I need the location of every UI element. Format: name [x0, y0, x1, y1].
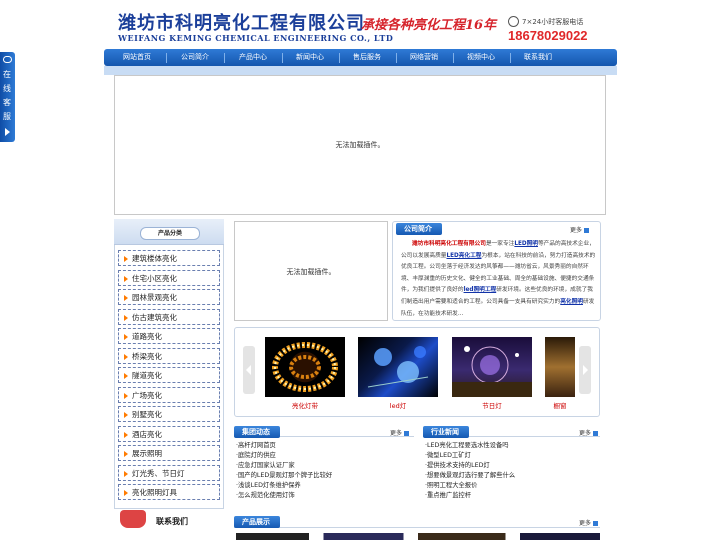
service-hours-label: 7×24小时客服电话 [522, 18, 584, 26]
list-item[interactable]: ·想要做景观灯选行要了解些什么 [425, 471, 515, 481]
hotline-number: 18678029022 [508, 28, 588, 43]
category-title: 产品分类 [140, 227, 200, 240]
nav-products[interactable]: 产品中心 [233, 49, 273, 66]
gallery-thumb-festival[interactable] [452, 337, 532, 397]
intro-more-link[interactable]: 更多 [570, 225, 589, 234]
category-item[interactable]: 酒店亮化 [118, 426, 220, 442]
category-item[interactable]: 园林景观亮化 [118, 289, 220, 305]
list-item[interactable]: ·微型LED工矿灯 [425, 451, 515, 461]
tab-products[interactable]: 产品展示 [234, 516, 280, 528]
category-item[interactable]: 仿古建筑亮化 [118, 309, 220, 325]
industry-news-list: ·LED亮化工程要选水性设备吗 ·微型LED工矿灯 ·提供技术支持的LED灯 ·… [425, 441, 515, 501]
arrow-left-icon[interactable] [243, 346, 255, 394]
banner-plugin: 无法加载插件。 [114, 75, 606, 215]
nav-home[interactable]: 网站首页 [117, 49, 157, 66]
gallery-thumb-strip-light[interactable] [265, 337, 345, 397]
led-strip-image [272, 342, 338, 392]
list-item[interactable]: ·提供技术支持的LED灯 [425, 461, 515, 471]
company-name-en: WEIFANG KEMING CHEMICAL ENGINEERING CO.,… [118, 33, 394, 43]
nav-video[interactable]: 视频中心 [461, 49, 501, 66]
products-more-link[interactable]: 更多 [579, 518, 598, 527]
festival-light-image [452, 346, 532, 397]
industry-news-more-link[interactable]: 更多 [579, 428, 598, 437]
group-news-more-link[interactable]: 更多 [390, 428, 409, 437]
tab-industry-news[interactable]: 行业新闻 [423, 426, 469, 438]
products-thumb-row[interactable] [236, 533, 600, 540]
main-nav: 网站首页 公司简介 产品中心 新闻中心 售后服务 网络营销 视频中心 联系我们 [104, 49, 617, 66]
group-news-list: ·高杆灯网首页 ·庭院灯的供应 ·应急灯国家认证厂家 ·国产的LED景观灯那个牌… [236, 441, 332, 501]
arrow-right-icon[interactable] [579, 346, 591, 394]
list-item[interactable]: ·高杆灯网首页 [236, 441, 332, 451]
list-item[interactable]: ·怎么规范化使用灯饰 [236, 491, 332, 501]
company-name-cn: 潍坊市科明亮化工程有限公司 [118, 13, 365, 34]
telephone-icon [120, 510, 146, 528]
nav-after-sales[interactable]: 售后服务 [347, 49, 387, 66]
slogan: 承接各种亮化工程16年 [361, 18, 497, 33]
list-item[interactable]: ·照明工程大全报价 [425, 481, 515, 491]
list-item[interactable]: ·LED亮化工程要选水性设备吗 [425, 441, 515, 451]
category-item[interactable]: 住宅小区亮化 [118, 270, 220, 286]
category-item[interactable]: 桥梁亮化 [118, 348, 220, 364]
online-service-tab[interactable]: 在 线 客 服 [0, 52, 15, 142]
nav-news[interactable]: 新闻中心 [290, 49, 330, 66]
nav-marketing[interactable]: 网络营销 [404, 49, 444, 66]
category-item[interactable]: 别墅亮化 [118, 406, 220, 422]
gallery-caption[interactable]: 亮化灯带 [265, 400, 345, 410]
category-item[interactable]: 亮化照明灯具 [118, 484, 220, 500]
category-item[interactable]: 建筑楼体亮化 [118, 250, 220, 266]
gallery-caption[interactable]: 节日灯 [452, 400, 532, 410]
category-item[interactable]: 隧道亮化 [118, 367, 220, 383]
nav-about[interactable]: 公司简介 [175, 49, 215, 66]
plugin-error-text: 无法加载插件。 [335, 141, 385, 149]
online-service-label: 在 线 客 服 [3, 70, 11, 121]
gallery-caption[interactable]: 橱窗 [545, 400, 575, 410]
category-item[interactable]: 道路亮化 [118, 328, 220, 344]
company-intro-text: 潍坊市科明亮化工程有限公司是一家专注LED照明等产品的高技术企业，公司以发展高质… [401, 241, 596, 317]
blue-led-image [367, 346, 429, 388]
tab-company-intro[interactable]: 公司简介 [396, 223, 442, 235]
list-item[interactable]: ·应急灯国家认证厂家 [236, 461, 332, 471]
category-item[interactable]: 广场亮化 [118, 387, 220, 403]
list-item[interactable]: ·国产的LED景观灯那个牌子比较好 [236, 471, 332, 481]
plugin-error-text: 无法加载插件。 [286, 268, 336, 276]
products-header [234, 516, 600, 528]
list-item[interactable]: ·浅谈LED灯条维护保养 [236, 481, 332, 491]
nav-contact[interactable]: 联系我们 [518, 49, 558, 66]
category-item[interactable]: 灯光秀、节日灯 [118, 465, 220, 481]
tab-group-news[interactable]: 集团动态 [234, 426, 280, 438]
phone-icon [508, 16, 519, 27]
category-item[interactable]: 展示照明 [118, 445, 220, 461]
contact-title: 联系我们 [156, 517, 188, 526]
nav-underbar [104, 66, 617, 75]
expand-arrow-icon [5, 128, 10, 136]
secondary-plugin: 无法加载插件。 [234, 221, 388, 321]
gallery-thumb-led[interactable] [358, 337, 438, 397]
gallery-thumb-window[interactable] [545, 337, 575, 397]
list-item[interactable]: ·庭院灯的供应 [236, 451, 332, 461]
gallery-caption[interactable]: led灯 [358, 400, 438, 410]
chat-icon [3, 56, 12, 63]
list-item[interactable]: ·重点推广监控杆 [425, 491, 515, 501]
